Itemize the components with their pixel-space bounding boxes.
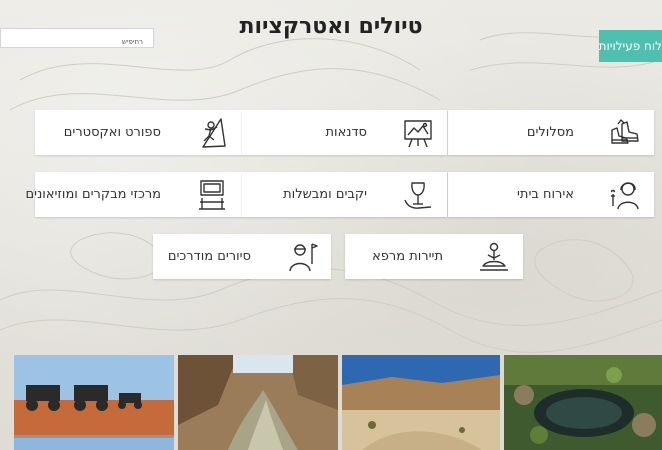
wine-glass-icon <box>401 178 435 212</box>
category-label: מסלולים <box>526 125 574 140</box>
category-card-home-hosting[interactable]: אירוח ביתי <box>448 172 654 217</box>
easel-painting-icon <box>401 116 435 150</box>
climber-icon <box>195 116 229 150</box>
category-card-wellness[interactable]: תיירות מרפא <box>345 234 523 279</box>
activity-board-label: לוח פעילויות <box>599 39 662 53</box>
category-label: מרכזי מבקרים ומוזיאונים <box>25 187 161 202</box>
category-card-sport-extreme[interactable]: ספורט ואקסטרים <box>35 110 241 155</box>
canyon-stream-photo[interactable] <box>178 355 338 450</box>
search-box[interactable] <box>0 28 154 51</box>
category-label: אירוח ביתי <box>517 187 574 202</box>
activity-board-button[interactable]: לוח פעילויות <box>599 30 662 62</box>
atv-desert-photo[interactable] <box>14 355 174 450</box>
category-label: יקבים ומבשלות <box>283 187 367 202</box>
category-label: סיורים מודרכים <box>167 249 251 264</box>
category-label: ספורט ואקסטרים <box>63 125 161 140</box>
meditation-icon <box>477 240 511 274</box>
host-woman-icon <box>608 178 642 212</box>
desert-wadi-photo[interactable] <box>342 355 500 450</box>
category-card-visitor-centers[interactable]: מרכזי מבקרים ומוזיאונים <box>26 172 241 217</box>
category-label: סדנאות <box>325 125 367 140</box>
photo-row-2-edge <box>14 438 174 450</box>
hiking-boots-icon <box>608 116 642 150</box>
category-label: תיירות מרפא <box>372 249 443 264</box>
category-card-workshops[interactable]: סדנאות <box>241 110 447 155</box>
category-card-wineries[interactable]: יקבים ומבשלות <box>241 172 447 217</box>
museum-frame-icon <box>195 178 229 212</box>
tour-guide-icon <box>285 240 319 274</box>
search-input[interactable] <box>1 33 153 51</box>
spring-pool-photo[interactable] <box>504 355 662 450</box>
category-card-trails[interactable]: מסלולים <box>448 110 654 155</box>
category-card-guided-tours[interactable]: סיורים מודרכים <box>153 234 331 279</box>
